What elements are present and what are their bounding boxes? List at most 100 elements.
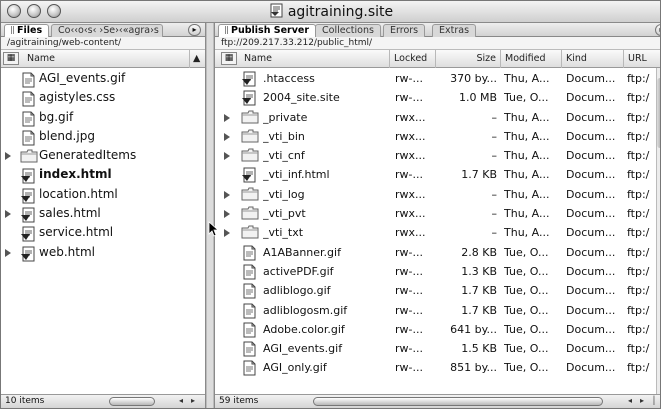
table-row[interactable]: adliblogo.gif rw-... 1.7 KB Tue, O... Docum.… (215, 281, 660, 300)
file-kind: Docum... (566, 284, 616, 298)
disclosure-triangle-icon[interactable] (224, 113, 230, 122)
list-item[interactable]: web.html (1, 243, 205, 262)
disclosure-triangle-icon[interactable] (5, 152, 11, 161)
table-row[interactable]: _vti_inf.html rw-... 1.7 KB Thu, A... Docum.… (215, 165, 660, 184)
file-url: ftp:/ (627, 187, 650, 201)
file-url: ftp:/ (627, 361, 650, 375)
column-size[interactable]: Size (436, 50, 501, 68)
panel-options-button[interactable]: ▸ (188, 24, 201, 36)
column-name[interactable]: Name (23, 50, 193, 68)
file-url: ftp:/ (627, 322, 650, 336)
file-size: 2.8 KB (461, 245, 497, 259)
file-modified: Tue, O... (504, 303, 549, 317)
file-kind: Docum... (566, 226, 616, 240)
file-modified: Thu, A... (504, 226, 550, 240)
tab-errors[interactable]: Errors (383, 24, 426, 37)
disclosure-triangle-icon[interactable] (224, 132, 230, 141)
disclosure-triangle-icon[interactable] (5, 248, 11, 257)
list-item[interactable]: AGI_events.gif (1, 69, 205, 88)
table-row[interactable]: 2004_site.site rw-... 1.0 MB Tue, O... Docum… (215, 88, 660, 107)
list-item[interactable]: sales.html (1, 204, 205, 223)
column-kind[interactable]: Kind (562, 50, 624, 68)
file-kind: Docum... (566, 361, 616, 375)
tab-colors-site-diagrams[interactable]: Co‹‹o‹s‹ ›Se›‹«agra›s (51, 24, 163, 37)
table-row[interactable]: _vti_pvt rwx... – Thu, A... Docum... ftp:/ (215, 204, 660, 223)
table-row[interactable]: .htaccess rw-... 370 by... Thu, A... Docum..… (215, 69, 660, 88)
file-name: activePDF.gif (263, 264, 334, 278)
list-item[interactable]: index.html (1, 165, 205, 184)
right-vertical-scroll-thumb[interactable] (657, 78, 660, 148)
left-status-bar: 10 items ◂ ▸ (1, 394, 205, 408)
file-name: web.html (39, 244, 95, 259)
column-modified[interactable]: Modified (501, 50, 562, 68)
file-url: ftp:/ (627, 342, 650, 356)
table-row[interactable]: AGI_only.gif rw-... 851 by... Tue, O... Docu… (215, 358, 660, 377)
file-permissions: rw-... (395, 284, 423, 298)
file-name: _private (263, 110, 308, 124)
tab-collections[interactable]: Collections (315, 24, 381, 37)
disclosure-triangle-icon[interactable] (224, 152, 230, 161)
file-modified: Thu, A... (504, 129, 550, 143)
tab-publish-server[interactable]: Publish Server (218, 24, 317, 37)
file-url: ftp:/ (627, 149, 650, 163)
file-modified: Tue, O... (504, 322, 549, 336)
column-name[interactable]: Name (240, 50, 390, 68)
right-panel-options-button[interactable]: ▸ (655, 24, 660, 36)
scroll-left-icon[interactable]: ◂ (625, 396, 635, 407)
file-url: ftp:/ (627, 91, 650, 105)
left-horizontal-scroll-thumb[interactable] (109, 397, 155, 406)
file-size: – (491, 207, 498, 221)
file-name: bg.gif (39, 109, 74, 124)
window-title-text: agitraining.site (287, 4, 394, 20)
list-item[interactable]: bg.gif (1, 108, 205, 127)
tab-files[interactable]: Files (4, 24, 50, 37)
file-size: – (491, 226, 498, 240)
file-url: ftp:/ (627, 245, 650, 259)
list-item[interactable]: GeneratedItems (1, 146, 205, 165)
file-permissions: rw-... (395, 72, 423, 85)
list-item[interactable]: service.html (1, 223, 205, 242)
file-kind: Docum... (566, 245, 616, 259)
html-file-icon (20, 246, 36, 268)
table-row[interactable]: _vti_txt rwx... – Thu, A... Docum... ftp:/ (215, 223, 660, 242)
table-row[interactable]: A1ABanner.gif rw-... 2.8 KB Tue, O... Docum.… (215, 243, 660, 262)
publish-server-panel: Publish Server Collections Errors Extras… (214, 23, 660, 408)
file-modified: Tue, O... (504, 284, 549, 298)
disclosure-triangle-icon[interactable] (224, 190, 230, 199)
disclosure-triangle-icon[interactable] (224, 210, 230, 219)
table-row[interactable]: adliblogosm.gif rw-... 1.7 KB Tue, O... Docu… (215, 301, 660, 320)
title-bar: agitraining.site (1, 1, 660, 23)
right-view-options-button[interactable]: ▦ (221, 52, 237, 65)
view-options-button[interactable]: ▦ (3, 52, 19, 65)
file-size: 1.7 KB (461, 303, 497, 317)
list-item[interactable]: blend.jpg (1, 127, 205, 146)
disclosure-triangle-icon[interactable] (5, 210, 11, 219)
table-row[interactable]: _vti_cnf rwx... – Thu, A... Docum... ftp:/ (215, 146, 660, 165)
table-row[interactable]: _vti_log rwx... – Thu, A... Docum... ftp:/ (215, 185, 660, 204)
local-files-panel: Files Co‹‹o‹s‹ ›Se›‹«agra›s ▸ /agitraini… (1, 23, 206, 408)
file-url: ftp:/ (627, 226, 650, 240)
panel-splitter[interactable] (206, 23, 214, 408)
tab-extras[interactable]: Extras (432, 24, 477, 37)
file-permissions: rw-... (395, 245, 423, 259)
table-row[interactable]: Adobe.color.gif rw-... 641 by... Tue, O... D… (215, 320, 660, 339)
list-item[interactable]: location.html (1, 185, 205, 204)
file-permissions: rwx... (395, 187, 426, 201)
file-modified: Thu, A... (504, 168, 550, 182)
sort-ascending-icon[interactable]: ▲ (189, 50, 203, 68)
table-row[interactable]: activePDF.gif rw-... 1.3 KB Tue, O... Docum.… (215, 262, 660, 281)
right-horizontal-scroll-thumb[interactable] (313, 397, 603, 406)
right-vertical-scrollbar[interactable] (656, 68, 660, 394)
scroll-left-icon[interactable]: ◂ (176, 396, 186, 407)
table-row[interactable]: AGI_events.gif rw-... 1.5 KB Tue, O... Docum… (215, 339, 660, 358)
disclosure-triangle-icon[interactable] (224, 229, 230, 238)
column-locked[interactable]: Locked (390, 50, 436, 68)
column-url[interactable]: URL (624, 50, 660, 68)
table-row[interactable]: _private rwx... – Thu, A... Docum... ftp:/ (215, 108, 660, 127)
scroll-right-icon[interactable]: ▸ (188, 396, 198, 407)
table-row[interactable]: _vti_bin rwx... – Thu, A... Docum... ftp:/ (215, 127, 660, 146)
scroll-right-icon[interactable]: ▸ (637, 396, 647, 407)
file-permissions: rw-... (395, 303, 423, 317)
list-item[interactable]: agistyles.css (1, 88, 205, 107)
scroll-resize-icon[interactable]: │ (649, 396, 659, 407)
